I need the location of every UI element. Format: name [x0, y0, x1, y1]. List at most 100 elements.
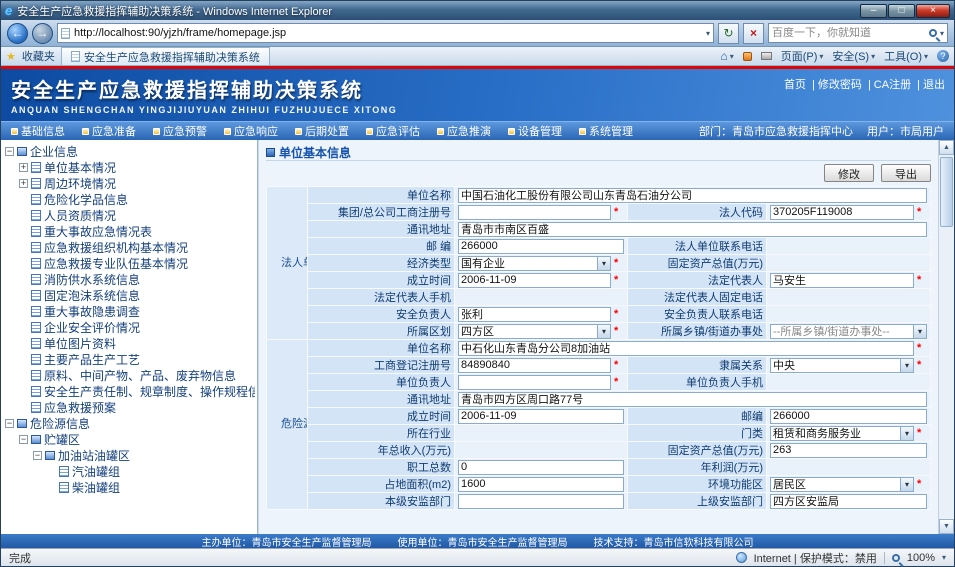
zoom-level[interactable]: 100%	[907, 552, 935, 564]
menu-item[interactable]: 应急推演	[437, 123, 491, 139]
form-field-input[interactable]	[458, 307, 611, 322]
banner-link[interactable]: 退出	[914, 79, 945, 91]
vertical-scrollbar[interactable]: ▲ ▼	[938, 140, 954, 534]
form-field-input[interactable]	[458, 205, 611, 220]
tree-item[interactable]: 柴油罐组	[3, 479, 255, 495]
maximize-button[interactable]: □	[888, 4, 915, 18]
chevron-down-icon[interactable]: ▾	[900, 359, 913, 372]
form-field-select[interactable]: 居民区▾	[770, 477, 914, 492]
search-dropdown-icon[interactable]: ▾	[940, 29, 944, 38]
feed-icon[interactable]	[743, 52, 752, 61]
form-field-input[interactable]	[770, 205, 914, 220]
print-icon[interactable]	[761, 52, 772, 60]
form-field-select[interactable]: 中央▾	[770, 358, 914, 373]
menu-item[interactable]: 基础信息	[11, 123, 65, 139]
scroll-down-icon[interactable]: ▼	[939, 519, 954, 534]
tree-item[interactable]: −加油站油罐区	[3, 447, 255, 463]
form-field-input[interactable]	[458, 460, 624, 475]
chevron-down-icon[interactable]: ▾	[913, 325, 926, 338]
tree-item[interactable]: 危险化学品信息	[3, 191, 255, 207]
tree-item[interactable]: 重大事故隐患调查	[3, 303, 255, 319]
collapse-icon[interactable]: −	[19, 435, 28, 444]
search-icon[interactable]	[929, 29, 937, 37]
collapse-icon[interactable]: −	[5, 147, 14, 156]
scrollbar-track[interactable]	[939, 155, 954, 519]
favorites-label[interactable]: 收藏夹	[22, 48, 55, 64]
back-button[interactable]: ←	[7, 23, 28, 44]
menu-item[interactable]: 后期处置	[295, 123, 349, 139]
menu-button[interactable]: 安全(S) ▾	[832, 48, 875, 64]
export-button[interactable]: 导出	[881, 164, 931, 182]
form-field-input[interactable]	[458, 273, 611, 288]
expand-icon[interactable]: +	[19, 179, 28, 188]
banner-link[interactable]: 首页	[784, 79, 806, 91]
form-field-input[interactable]	[458, 494, 624, 509]
tree-item[interactable]: +单位基本情况	[3, 159, 255, 175]
form-field-input[interactable]	[458, 222, 927, 237]
tree-item[interactable]: 主要产品生产工艺	[3, 351, 255, 367]
stop-button[interactable]: ×	[743, 23, 764, 44]
menu-item[interactable]: 设备管理	[508, 123, 562, 139]
form-field-input[interactable]	[458, 392, 927, 407]
form-field-input[interactable]	[770, 273, 914, 288]
modify-button[interactable]: 修改	[824, 164, 874, 182]
tree-item[interactable]: 消防供水系统信息	[3, 271, 255, 287]
menu-button[interactable]: 页面(P) ▾	[781, 48, 824, 64]
chevron-down-icon[interactable]: ▾	[597, 325, 610, 338]
tree-item[interactable]: 应急救援组织机构基本情况	[3, 239, 255, 255]
banner-link[interactable]: 修改密码	[809, 79, 862, 91]
tree-item[interactable]: −贮罐区	[3, 431, 255, 447]
form-field-input[interactable]	[770, 443, 927, 458]
chevron-down-icon[interactable]: ▾	[900, 478, 913, 491]
tree-item[interactable]: 固定泡沫系统信息	[3, 287, 255, 303]
tree-item[interactable]: −企业信息	[3, 143, 255, 159]
tree-item[interactable]: 人员资质情况	[3, 207, 255, 223]
tree-item[interactable]: 企业安全评价情况	[3, 319, 255, 335]
help-icon[interactable]: ?	[937, 50, 949, 62]
tree-item[interactable]: 重大事故应急情况表	[3, 223, 255, 239]
home-button[interactable]: ⌂ ▾	[720, 49, 733, 63]
form-field-select[interactable]: 租赁和商务服务业▾	[770, 426, 914, 441]
tree-item[interactable]: 单位图片资料	[3, 335, 255, 351]
forward-button[interactable]: →	[32, 23, 53, 44]
form-field-input[interactable]	[458, 477, 624, 492]
close-button[interactable]: ×	[916, 4, 950, 18]
tree-item[interactable]: +周边环境情况	[3, 175, 255, 191]
chevron-down-icon[interactable]: ▾	[597, 257, 610, 270]
tree-item[interactable]: −危险源信息	[3, 415, 255, 431]
form-field-input[interactable]	[458, 341, 914, 356]
form-field-input[interactable]	[458, 358, 611, 373]
form-field-select[interactable]: --所属乡镇/街道办事处--▾	[770, 324, 927, 339]
form-field-select[interactable]: 国有企业▾	[458, 256, 611, 271]
form-field-input[interactable]	[770, 494, 927, 509]
expand-icon[interactable]: +	[19, 163, 28, 172]
zoom-icon[interactable]	[892, 554, 900, 562]
chevron-down-icon[interactable]: ▾	[900, 427, 913, 440]
zoom-dropdown-icon[interactable]: ▾	[942, 553, 946, 562]
form-field-input[interactable]	[458, 409, 624, 424]
tree-item[interactable]: 应急救援专业队伍基本情况	[3, 255, 255, 271]
form-field-input[interactable]	[458, 239, 624, 254]
collapse-icon[interactable]: −	[5, 419, 14, 428]
browser-tab[interactable]: 安全生产应急救援指挥辅助决策系统	[61, 47, 270, 65]
minimize-button[interactable]: –	[860, 4, 887, 18]
form-field-input[interactable]	[458, 188, 927, 203]
tree-item[interactable]: 安全生产责任制、规章制度、操作规程信息	[3, 383, 255, 399]
menu-button[interactable]: 工具(O) ▾	[884, 48, 928, 64]
collapse-icon[interactable]: −	[33, 451, 42, 460]
refresh-button[interactable]: ↻	[718, 23, 739, 44]
menu-item[interactable]: 应急预警	[153, 123, 207, 139]
favorites-star-icon[interactable]: ★	[6, 50, 16, 63]
menu-item[interactable]: 应急准备	[82, 123, 136, 139]
address-dropdown-icon[interactable]: ▾	[706, 29, 710, 38]
banner-link[interactable]: CA注册	[865, 79, 911, 91]
scroll-up-icon[interactable]: ▲	[939, 140, 954, 155]
form-field-select[interactable]: 四方区▾	[458, 324, 611, 339]
form-field-input[interactable]	[458, 375, 611, 390]
menu-item[interactable]: 系统管理	[579, 123, 633, 139]
tree-item[interactable]: 应急救援预案	[3, 399, 255, 415]
address-input[interactable]	[74, 27, 702, 39]
menu-item[interactable]: 应急评估	[366, 123, 420, 139]
scrollbar-thumb[interactable]	[940, 157, 953, 227]
menu-item[interactable]: 应急响应	[224, 123, 278, 139]
